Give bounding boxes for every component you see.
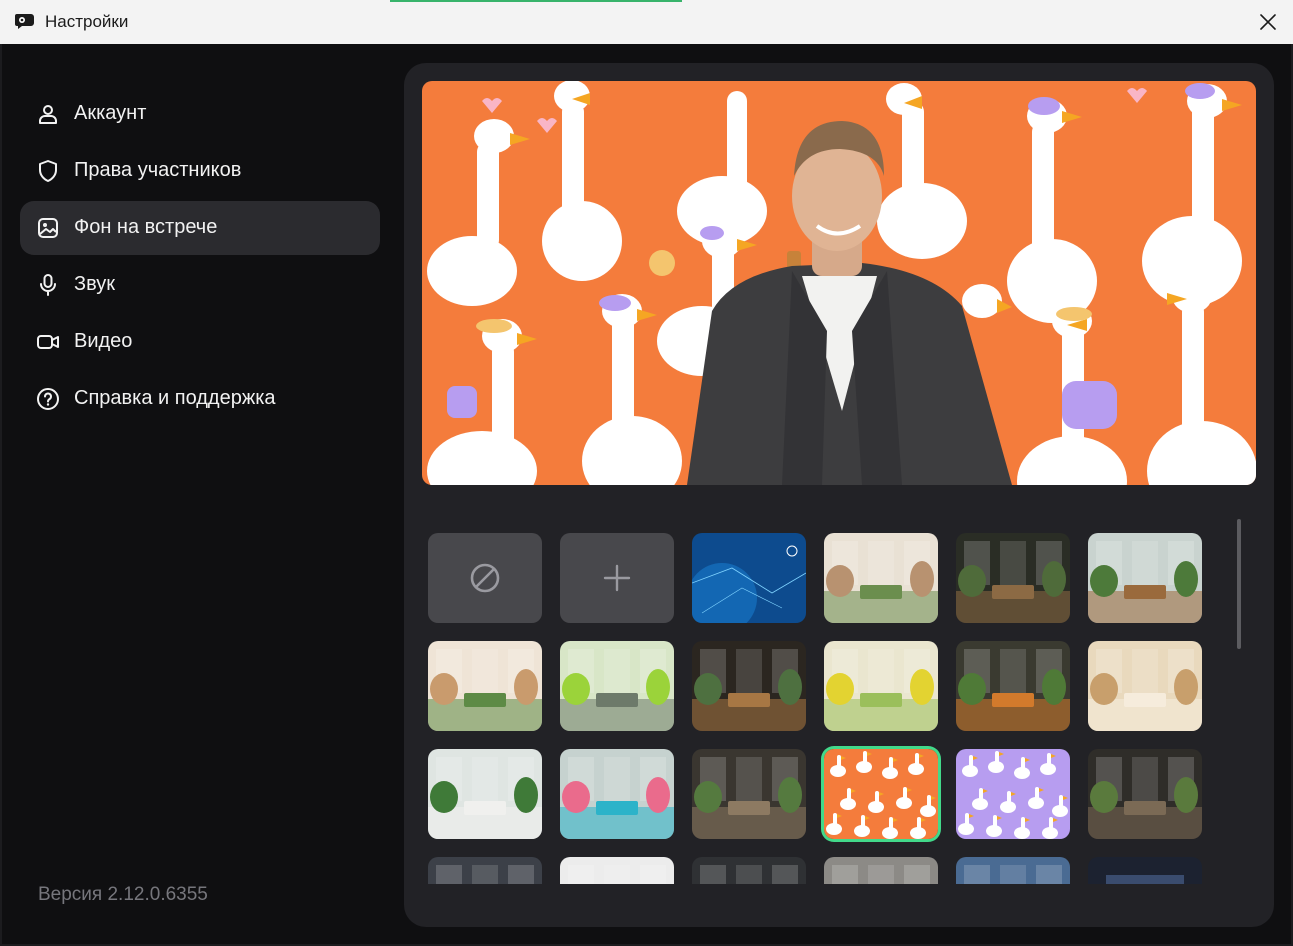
sidebar-item-sound[interactable]: Звук — [20, 258, 380, 312]
background-thumbnail-blue-tech[interactable] — [692, 533, 806, 623]
question-circle-icon — [37, 388, 59, 410]
sidebar-item-account[interactable]: Аккаунт — [20, 87, 380, 141]
background-thumbnail-cafe-warm[interactable] — [428, 641, 542, 731]
microphone-icon — [40, 274, 56, 296]
sidebar-item-label: Фон на встрече — [74, 216, 218, 238]
camera-icon — [37, 335, 59, 349]
sidebar-item-label: Видео — [74, 330, 133, 352]
window-title: Настройки — [45, 12, 129, 31]
sidebar-item-label: Аккаунт — [74, 102, 147, 124]
sidebar-item-participants[interactable]: Права участников — [20, 144, 380, 198]
background-thumbnail-dark-loft[interactable] — [692, 749, 806, 839]
close-button[interactable] — [1252, 6, 1284, 38]
preview-image — [422, 81, 1256, 485]
sidebar-item-help[interactable]: Справка и поддержка — [20, 372, 380, 426]
settings-window: Настройки Аккаунт Права участников Фон н… — [0, 0, 1293, 946]
version-label: Версия 2.12.0.6355 — [38, 884, 208, 905]
background-thumbnail-black-lamp-office[interactable] — [692, 857, 806, 884]
image-icon — [38, 218, 58, 238]
person-icon — [39, 105, 57, 124]
background-thumbnail-greenhouse[interactable] — [1088, 533, 1202, 623]
background-thumbnail-loft-lamps[interactable] — [824, 857, 938, 884]
background-thumbnail-dark-windows[interactable] — [428, 857, 542, 884]
title-bar: Настройки — [0, 0, 1293, 44]
background-thumbnail-cafe-white[interactable] — [824, 533, 938, 623]
background-grid — [404, 503, 1274, 884]
settings-body: Аккаунт Права участников Фон на встрече — [2, 44, 1291, 944]
background-panel — [404, 63, 1274, 927]
background-thumbnail-city-sunset[interactable] — [1088, 857, 1202, 884]
background-preview — [422, 81, 1256, 485]
sidebar-item-label: Права участников — [74, 159, 242, 181]
background-thumbnail-lime-hall[interactable] — [560, 641, 674, 731]
background-thumbnail-green-wall-lounge[interactable] — [956, 641, 1070, 731]
background-thumbnail-beige-room[interactable] — [1088, 641, 1202, 731]
background-thumbnail-dark-bar[interactable] — [692, 641, 806, 731]
background-thumbnail-geese-orange[interactable] — [824, 749, 938, 839]
background-thumbnail-dark-green-cafe[interactable] — [956, 533, 1070, 623]
grid-scrollbar[interactable] — [1237, 519, 1241, 649]
sidebar-item-video[interactable]: Видео — [20, 315, 380, 369]
no-background-button[interactable] — [428, 533, 542, 623]
shield-icon — [39, 160, 57, 182]
background-thumbnail-yellow-office[interactable] — [824, 641, 938, 731]
background-thumbnail-green-wall-office[interactable] — [428, 749, 542, 839]
background-thumbnail-dark-corridor[interactable] — [1088, 749, 1202, 839]
add-background-button[interactable] — [560, 533, 674, 623]
background-thumbnail-colorful-chairs[interactable] — [560, 749, 674, 839]
sidebar-item-background[interactable]: Фон на встрече — [20, 201, 380, 255]
loading-indicator — [390, 0, 682, 2]
close-icon — [1260, 14, 1276, 30]
sidebar-item-label: Звук — [74, 273, 116, 295]
app-logo-icon — [15, 14, 34, 29]
no-background-icon — [470, 563, 500, 593]
background-thumbnail-white-corridor[interactable] — [560, 857, 674, 884]
background-thumbnail-blue-office[interactable] — [956, 857, 1070, 884]
plus-icon — [603, 564, 631, 592]
background-thumbnail-geese-purple[interactable] — [956, 749, 1070, 839]
sidebar-item-label: Справка и поддержка — [74, 387, 276, 409]
